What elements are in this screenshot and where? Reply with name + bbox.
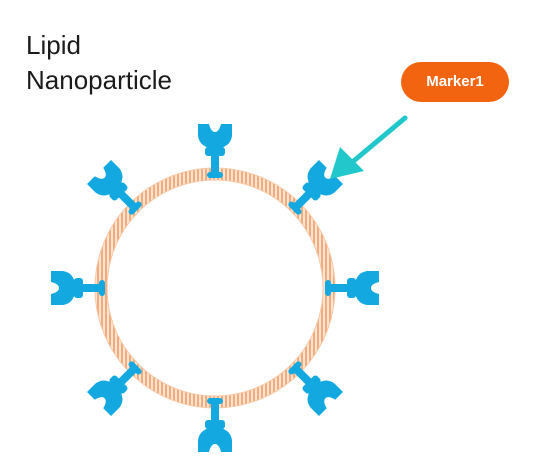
receptor-protein: [87, 353, 150, 416]
arrow-shaft: [347, 115, 408, 167]
arrow-head: [330, 147, 364, 179]
receptor-protein: [280, 353, 343, 416]
marker-arrow: [330, 115, 408, 179]
receptor-protein: [87, 160, 150, 223]
membrane-proteins: [51, 124, 379, 452]
membrane-inner-edge: [106, 179, 324, 397]
lipid-nanoparticle-diagram: [51, 115, 408, 452]
